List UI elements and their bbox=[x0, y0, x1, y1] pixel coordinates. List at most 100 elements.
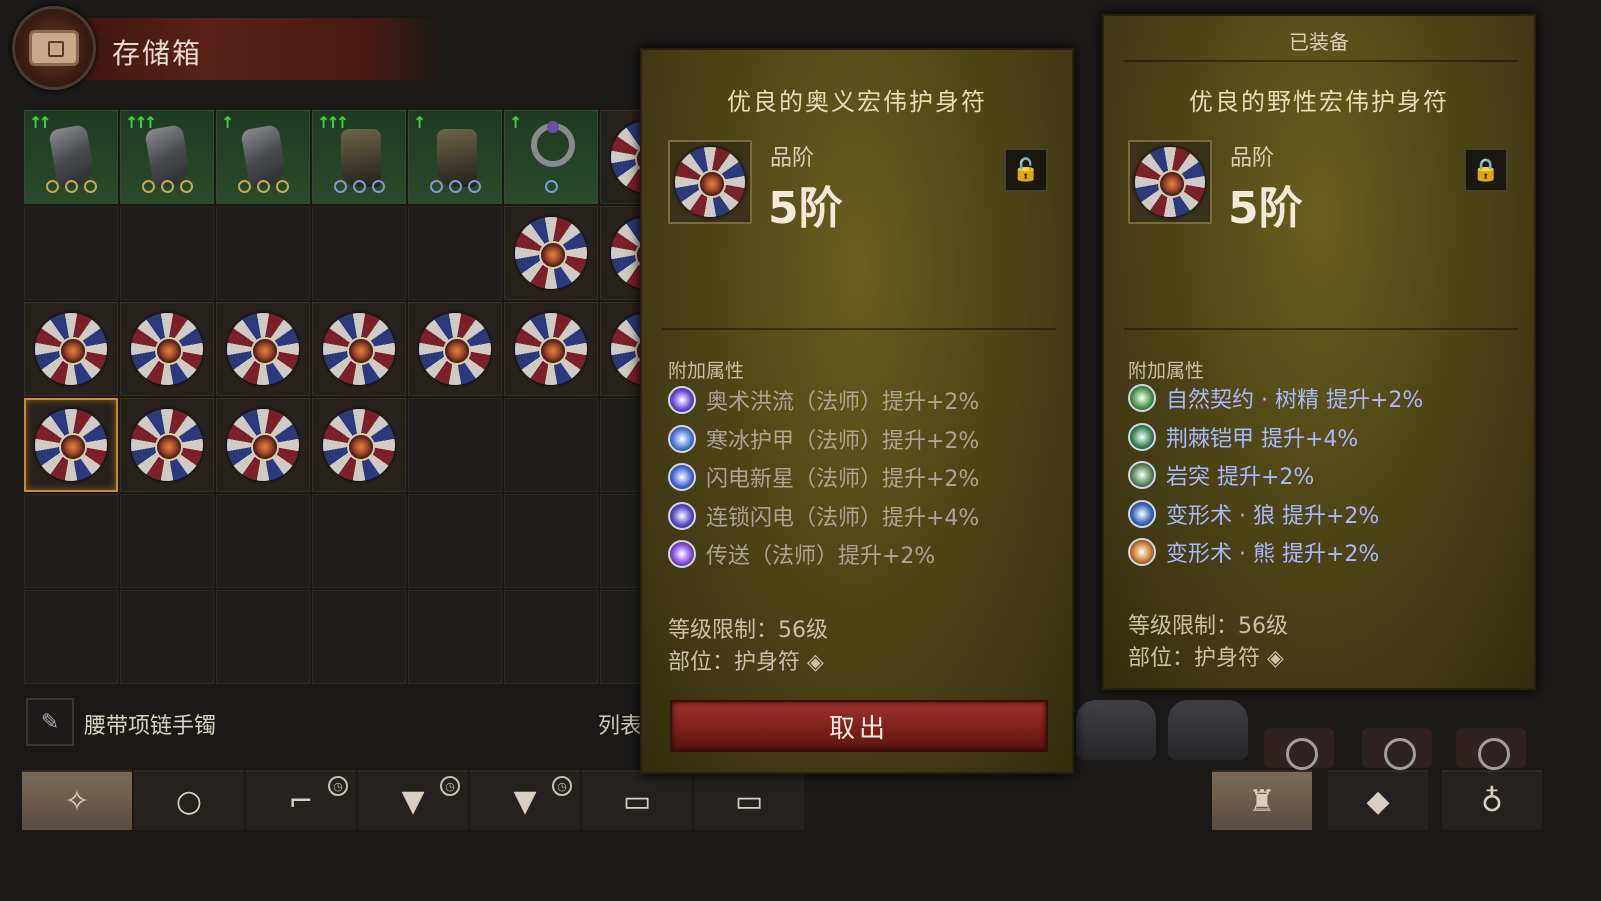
inventory-slot[interactable] bbox=[408, 302, 502, 396]
inventory-slot[interactable] bbox=[504, 590, 598, 684]
grade-label: 品阶 bbox=[1230, 146, 1275, 171]
inventory-slot[interactable]: ↑ bbox=[216, 110, 310, 204]
item-tooltip: 优良的奥义宏伟护身符 品阶 5阶 🔓 附加属性 等级限制：56级 部位：护身符 … bbox=[640, 48, 1074, 774]
boots-tab-icon: ⌐ bbox=[288, 783, 314, 819]
amulet-icon bbox=[419, 313, 491, 385]
feather-icon[interactable]: ✎ bbox=[26, 698, 74, 746]
attribute-row: 变形术 · 狼 提升+2% bbox=[1128, 498, 1379, 530]
inventory-slot[interactable] bbox=[408, 494, 502, 588]
skill-icon bbox=[668, 501, 696, 530]
attribute-row: 寒冰护甲（法师）提升+2% bbox=[668, 423, 979, 455]
tab-bag-tab[interactable]: ♁ bbox=[1442, 770, 1542, 830]
inventory-slot[interactable] bbox=[408, 398, 502, 492]
amulet-icon bbox=[675, 147, 745, 217]
inventory-slot[interactable] bbox=[408, 206, 502, 300]
inventory-slot[interactable] bbox=[24, 302, 118, 396]
take-out-button[interactable]: 取出 bbox=[670, 700, 1048, 752]
bag-tab-icon: ♁ bbox=[1481, 783, 1503, 819]
filter-label[interactable]: 腰带项链手镯 bbox=[84, 708, 216, 740]
inventory-slot[interactable] bbox=[216, 494, 310, 588]
attribute-text: 闪电新星（法师）提升+2% bbox=[706, 467, 980, 492]
inventory-slot[interactable]: ↑↑ bbox=[24, 110, 118, 204]
inventory-slot[interactable] bbox=[120, 494, 214, 588]
attributes-header: 附加属性 bbox=[668, 360, 745, 382]
attribute-row: 岩突 提升+2% bbox=[1128, 459, 1314, 491]
inventory-slot[interactable] bbox=[216, 398, 310, 492]
inventory-slot[interactable] bbox=[504, 494, 598, 588]
attribute-text: 变形术 · 狼 提升+2% bbox=[1166, 503, 1380, 529]
skill-icon bbox=[1128, 461, 1156, 489]
inventory-slot[interactable] bbox=[504, 206, 598, 300]
inventory-slot[interactable] bbox=[312, 302, 406, 396]
attribute-text: 变形术 · 熊 提升+2% bbox=[1166, 542, 1380, 567]
amulet-icon bbox=[515, 217, 587, 289]
slot-text: 部位：护身符 bbox=[668, 650, 801, 675]
tab-chest-armor-tab[interactable]: ▼ ◷ bbox=[470, 770, 580, 830]
bg-equipment-chest-1 bbox=[1076, 700, 1156, 760]
bg-equipment-slot-1 bbox=[1264, 728, 1334, 770]
amulet-icon bbox=[227, 313, 299, 385]
list-view-button[interactable]: 列表 bbox=[598, 708, 642, 740]
amulet-icon bbox=[35, 313, 107, 385]
inventory-slot[interactable] bbox=[120, 206, 214, 300]
inventory-slot[interactable] bbox=[24, 494, 118, 588]
tab-ring-tab[interactable]: ○ bbox=[134, 770, 244, 830]
inventory-slot[interactable] bbox=[24, 590, 118, 684]
upgrade-arrow-icon: ↑↑ bbox=[29, 113, 52, 132]
tab-storage-tab[interactable]: ▭ bbox=[582, 770, 692, 830]
inventory-slot[interactable] bbox=[216, 206, 310, 300]
amulet-icon bbox=[1135, 147, 1205, 217]
storage-header: 存储箱 bbox=[12, 6, 442, 90]
lock-icon[interactable]: 🔒 bbox=[1464, 148, 1508, 192]
inventory-slot[interactable]: ↑↑↑ bbox=[312, 110, 406, 204]
tab-helmet-tab[interactable]: ♜ bbox=[1212, 770, 1312, 830]
attribute-row: 变形术 · 熊 提升+2% bbox=[1128, 536, 1379, 568]
attribute-row: 闪电新星（法师）提升+2% bbox=[668, 461, 979, 493]
amulet-icon bbox=[323, 409, 395, 481]
upgrade-arrow-icon: ↑↑↑ bbox=[125, 113, 157, 132]
inventory-slot[interactable] bbox=[120, 302, 214, 396]
chest-icon bbox=[12, 6, 96, 90]
storage-tab-icon: ▭ bbox=[622, 783, 652, 819]
attribute-row: 传送（法师）提升+2% bbox=[668, 538, 935, 570]
socket-dots bbox=[25, 178, 117, 197]
inventory-slot[interactable] bbox=[312, 590, 406, 684]
inventory-slot[interactable] bbox=[408, 590, 502, 684]
inventory-slot[interactable] bbox=[312, 494, 406, 588]
amulet-icon bbox=[131, 409, 203, 481]
category-tabs: ✧ ○ ⌐ ◷ ▼ ◷ ▼ ◷ ▭ ▭ ♜ ◆ ♁ bbox=[14, 770, 1564, 834]
inventory-slot[interactable] bbox=[120, 590, 214, 684]
grade-value: 5阶 bbox=[1228, 183, 1303, 234]
inventory-slot[interactable] bbox=[216, 302, 310, 396]
attribute-text: 奥术洪流（法师）提升+2% bbox=[706, 390, 980, 415]
attributes-header: 附加属性 bbox=[1128, 360, 1205, 382]
ring-icon bbox=[531, 121, 575, 167]
socket-dots bbox=[313, 178, 405, 197]
tab-materials-tab[interactable]: ◆ bbox=[1328, 770, 1428, 830]
inventory-slot[interactable] bbox=[120, 398, 214, 492]
skill-icon bbox=[668, 424, 696, 453]
amulet-icon bbox=[515, 313, 587, 385]
clock-icon: ◷ bbox=[552, 776, 572, 796]
inventory-slot[interactable] bbox=[504, 398, 598, 492]
inventory-slot[interactable]: ↑ bbox=[408, 110, 502, 204]
unlock-icon[interactable]: 🔓 bbox=[1004, 148, 1048, 192]
socket-dots bbox=[217, 178, 309, 197]
socket-dots bbox=[409, 178, 501, 197]
inventory-slot[interactable] bbox=[312, 398, 406, 492]
filter-row: ✎ 腰带项链手镯 列表 bbox=[26, 696, 646, 748]
tab-boots-tab[interactable]: ⌐ ◷ bbox=[246, 770, 356, 830]
inventory-slot[interactable]: ↑↑↑ bbox=[120, 110, 214, 204]
inventory-slot[interactable] bbox=[312, 206, 406, 300]
inventory-slot[interactable] bbox=[24, 206, 118, 300]
tab-storage-tab[interactable]: ▭ bbox=[694, 770, 804, 830]
level-requirement: 等级限制：56级 bbox=[1128, 614, 1288, 639]
materials-tab-icon: ◆ bbox=[1366, 783, 1390, 819]
inventory-slot[interactable] bbox=[216, 590, 310, 684]
tab-chest-armor-tab[interactable]: ▼ ◷ bbox=[358, 770, 468, 830]
inventory-slot[interactable] bbox=[504, 302, 598, 396]
inventory-slot[interactable] bbox=[24, 398, 118, 492]
page-title: 存储箱 bbox=[112, 37, 203, 70]
inventory-slot[interactable]: ↑ bbox=[504, 110, 598, 204]
tab-amulet-tab[interactable]: ✧ bbox=[22, 770, 132, 830]
